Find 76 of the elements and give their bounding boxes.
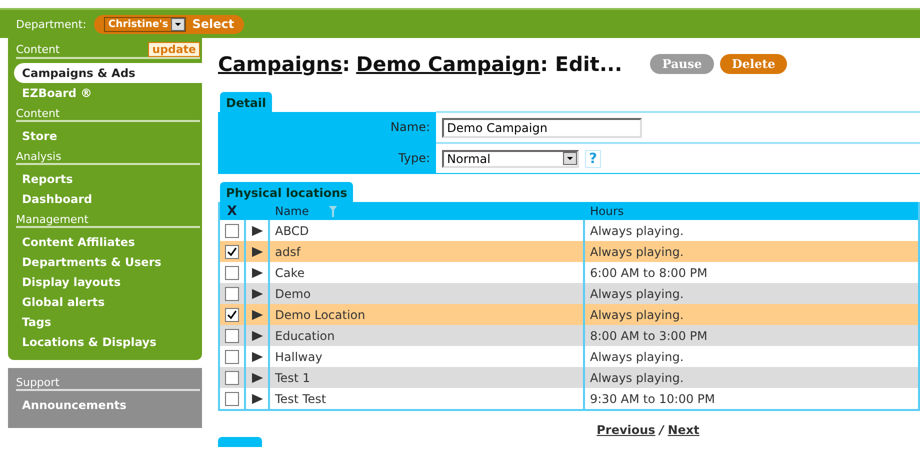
table-cell: Demo Location xyxy=(275,308,366,322)
next-link[interactable]: Next xyxy=(668,423,700,437)
table-cell: ABCD xyxy=(275,224,309,238)
table-cell: adsf xyxy=(275,244,300,258)
table-cell: 8:00 AM to 3:00 PM xyxy=(590,328,708,342)
page-title: : Edit... xyxy=(540,52,622,76)
sidebar-item[interactable]: Tags xyxy=(14,312,202,332)
expand-arrow-icon[interactable] xyxy=(252,372,262,382)
section-heading: Content xyxy=(16,107,60,120)
row-checkbox[interactable] xyxy=(225,286,239,300)
table-cell: 6:00 AM to 8:00 PM xyxy=(590,266,708,280)
sidebar-item[interactable]: Store xyxy=(14,126,202,146)
breadcrumb-link[interactable]: Demo Campaign xyxy=(356,52,540,76)
row-checkbox[interactable] xyxy=(225,244,239,258)
expand-arrow-icon[interactable] xyxy=(252,330,262,340)
table-cell: Test Test xyxy=(275,392,326,406)
sidebar-item[interactable]: Campaigns & Ads xyxy=(14,63,202,83)
table-cell: Always playing. xyxy=(590,370,684,384)
expand-arrow-icon[interactable] xyxy=(252,288,262,298)
sidebar-item[interactable]: Content Affiliates xyxy=(14,232,202,252)
department-label: Department: xyxy=(16,18,86,30)
expand-arrow-icon[interactable] xyxy=(252,310,262,320)
title-separator: : xyxy=(342,52,350,76)
delete-button[interactable]: Delete xyxy=(720,54,788,74)
section-heading: Analysis xyxy=(16,150,62,163)
sidebar-item[interactable]: Global alerts xyxy=(14,292,202,312)
row-checkbox[interactable] xyxy=(225,392,239,406)
table-cell: Hallway xyxy=(275,350,322,364)
department-dropdown[interactable]: Christine's xyxy=(104,16,186,32)
table-cell: Always playing. xyxy=(590,224,684,238)
pager-separator: / xyxy=(659,423,664,437)
table-cell: Test 1 xyxy=(275,370,310,384)
field-label: Type: xyxy=(397,150,431,164)
sidebar-item[interactable]: Display layouts xyxy=(14,272,202,292)
expand-arrow-icon[interactable] xyxy=(252,226,262,236)
name-input[interactable]: Demo Campaign xyxy=(442,118,642,138)
expand-arrow-icon[interactable] xyxy=(252,394,262,404)
sidebar-item[interactable]: Reports xyxy=(14,169,202,189)
help-button[interactable]: ? xyxy=(585,150,602,168)
sidebar-item[interactable]: Departments & Users xyxy=(14,252,202,272)
breadcrumb-link[interactable]: Campaigns xyxy=(218,52,342,76)
section-heading: Management xyxy=(16,213,88,226)
sidebar-item[interactable]: EZBoard ® xyxy=(14,83,202,103)
sidebar-item[interactable]: Locations & Displays xyxy=(14,332,202,352)
section-tab[interactable]: Physical locations xyxy=(220,182,354,202)
pause-button[interactable]: Pause xyxy=(650,54,714,74)
row-checkbox[interactable] xyxy=(225,224,239,238)
table-cell: 9:30 AM to 10:00 PM xyxy=(590,392,715,406)
sidebar-item[interactable]: Dashboard xyxy=(14,189,202,209)
row-checkbox[interactable] xyxy=(225,328,239,342)
table-cell: Cake xyxy=(275,266,305,280)
column-header: X xyxy=(226,204,238,218)
update-badge[interactable]: update xyxy=(148,42,200,57)
row-checkbox[interactable] xyxy=(225,350,239,364)
table-cell: Education xyxy=(275,328,335,342)
table-cell: Demo xyxy=(275,286,311,300)
select-button[interactable]: Select xyxy=(190,17,236,31)
table-cell: Always playing. xyxy=(590,244,684,258)
previous-link[interactable]: Previous xyxy=(596,423,656,437)
type-dropdown[interactable]: Normal xyxy=(442,150,579,168)
row-checkbox[interactable] xyxy=(225,266,239,280)
column-header: Hours xyxy=(590,204,624,218)
section-heading: Content xyxy=(16,43,60,56)
expand-arrow-icon[interactable] xyxy=(252,352,262,362)
table-cell: Always playing. xyxy=(590,308,684,322)
row-checkbox[interactable] xyxy=(225,370,239,384)
table-cell: Always playing. xyxy=(590,286,684,300)
section-tab[interactable]: Detail xyxy=(220,92,272,112)
table-cell: Always playing. xyxy=(590,350,684,364)
expand-arrow-icon[interactable] xyxy=(252,268,262,278)
sidebar-item[interactable]: Announcements xyxy=(14,395,202,415)
section-heading: Support xyxy=(16,376,60,389)
field-label: Name: xyxy=(390,120,431,134)
row-checkbox[interactable] xyxy=(225,308,239,322)
expand-arrow-icon[interactable] xyxy=(252,246,262,256)
column-header[interactable]: Name xyxy=(275,204,309,218)
